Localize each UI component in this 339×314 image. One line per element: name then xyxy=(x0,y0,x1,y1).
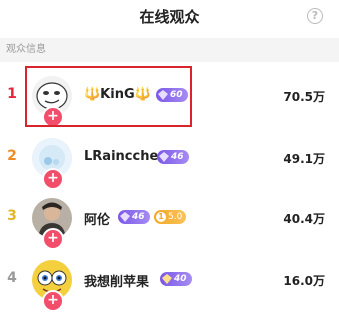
viewer-name: 我想削苹果 xyxy=(84,275,150,290)
avatar[interactable]: + xyxy=(32,138,72,190)
follow-button[interactable]: + xyxy=(42,168,64,190)
page-title: 在线观众 xyxy=(139,8,200,26)
viewer-row-2[interactable]: 2 + LRaincche 46 49.1万 xyxy=(0,128,339,190)
avatar[interactable]: + xyxy=(32,260,72,312)
rank-number: 4 xyxy=(7,270,17,286)
rank-number: 1 xyxy=(7,86,17,102)
question-icon[interactable]: ? xyxy=(307,8,323,24)
viewer-name: LRaincche xyxy=(84,149,159,164)
level-badge: 46 xyxy=(157,150,189,164)
gem-icon xyxy=(120,212,130,222)
viewer-name: 阿伦 xyxy=(84,213,111,228)
coin-icon: 1 xyxy=(156,212,166,222)
header: 在线观众 ? xyxy=(0,0,339,34)
rank-number: 2 xyxy=(7,148,17,164)
viewer-score: 16.0万 xyxy=(283,274,325,288)
section-label: 观众信息 xyxy=(0,38,339,62)
avatar[interactable]: + xyxy=(32,198,72,250)
gem-icon xyxy=(162,274,172,284)
viewer-score: 40.4万 xyxy=(283,212,325,226)
fans-badge: 1 5.0 xyxy=(154,210,186,224)
follow-button[interactable]: + xyxy=(42,228,64,250)
viewer-row-4[interactable]: 4 + 我想削苹果 40 16.0万 xyxy=(0,250,339,312)
online-viewers-panel: 在线观众 ? 观众信息 1 + 🔱KinG🔱 60 70.5万 2 + LRai… xyxy=(0,0,339,314)
rank-number: 3 xyxy=(7,208,17,224)
viewer-score: 70.5万 xyxy=(283,90,325,104)
highlight-box xyxy=(25,66,192,127)
follow-button[interactable]: + xyxy=(42,290,64,312)
level-badge: 40 xyxy=(160,272,192,286)
viewer-score: 49.1万 xyxy=(283,152,325,166)
viewer-row-3[interactable]: 3 + 阿伦 46 1 5.0 40.4万 xyxy=(0,188,339,250)
level-badge: 46 xyxy=(118,210,150,224)
gem-icon xyxy=(159,152,169,162)
